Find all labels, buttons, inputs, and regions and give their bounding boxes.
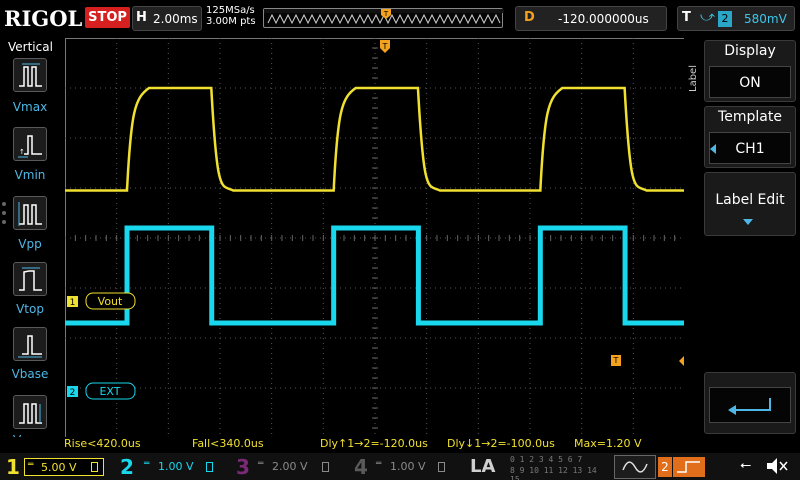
delay-box[interactable]: D -120.000000us bbox=[515, 6, 667, 31]
svg-text:↑: ↑ bbox=[19, 148, 25, 156]
vamp-button[interactable] bbox=[13, 395, 47, 429]
trigger-box[interactable]: T ⤻ 2 580mV bbox=[677, 6, 795, 31]
ch4-status[interactable]: 4 ═ 1.00 V bbox=[350, 455, 460, 479]
template-value: CH1 bbox=[709, 132, 791, 164]
ch1-status[interactable]: 1 ═ 5.00 V bbox=[0, 455, 110, 479]
vmin-label: Vmin bbox=[14, 168, 46, 182]
dc-coupling-icon: ═ bbox=[376, 459, 382, 469]
display-value: ON bbox=[709, 66, 791, 98]
dc-coupling-icon: ═ bbox=[144, 459, 150, 469]
timebase-value: 2.00ms bbox=[153, 12, 198, 26]
vtop-icon bbox=[19, 267, 42, 291]
ch2-status[interactable]: 2 ═ 1.00 V bbox=[118, 455, 228, 479]
bandwidth-icon bbox=[322, 462, 329, 472]
bandwidth-icon bbox=[206, 462, 213, 472]
return-arrow-icon bbox=[728, 398, 771, 415]
sound-status[interactable] bbox=[764, 455, 794, 479]
la-channels-top: 0 1 2 3 4 5 6 7 bbox=[510, 455, 583, 464]
dc-coupling-icon: ═ bbox=[28, 460, 34, 470]
svg-text:2: 2 bbox=[70, 388, 76, 398]
label-edit-title: Label Edit bbox=[715, 192, 785, 208]
math-wave-icon bbox=[622, 461, 648, 473]
horizontal-position-bar[interactable]: T bbox=[263, 8, 504, 28]
svg-text:T: T bbox=[383, 10, 389, 18]
template-title: Template bbox=[718, 109, 782, 125]
fall-measurement: Fall<340.0us bbox=[192, 437, 264, 450]
menu-tab-label: Label bbox=[688, 65, 699, 92]
vamp-icon bbox=[19, 403, 42, 424]
ch1-scale: 5.00 V bbox=[41, 461, 77, 474]
trigger-source: 2 bbox=[718, 11, 732, 27]
run-stop-status[interactable]: STOP bbox=[85, 7, 130, 28]
logic-analyzer-status[interactable]: LA 0 1 2 3 4 5 6 7 8 9 10 11 12 13 14 15 bbox=[464, 455, 610, 480]
ch1-label-tag[interactable]: 1 Vout bbox=[67, 292, 136, 310]
ch2-label-tag[interactable]: 2 EXT bbox=[67, 382, 136, 400]
ch3-scale: 2.00 V bbox=[272, 460, 308, 473]
speaker-mute-icon bbox=[767, 458, 788, 474]
bandwidth-icon bbox=[438, 462, 445, 472]
vpp-label: Vpp bbox=[18, 237, 42, 251]
trigger-level-tag: T bbox=[611, 355, 621, 366]
delay-fall-measurement: Dly↓1→2=-100.0us bbox=[447, 437, 555, 450]
label-edit-menu-item[interactable]: Label Edit bbox=[704, 172, 796, 236]
delay-key: D bbox=[524, 10, 535, 25]
trigger-level: 580mV bbox=[744, 12, 787, 26]
vmax-icon bbox=[19, 63, 42, 87]
return-menu-item[interactable] bbox=[704, 372, 796, 434]
vbase-label: Vbase bbox=[11, 367, 49, 381]
template-menu-item[interactable]: Template CH1 bbox=[704, 106, 796, 168]
vmin-icon: ↑ bbox=[18, 135, 42, 158]
memory-overview-wave: T bbox=[264, 9, 504, 25]
max-measurement: Max=1.20 V bbox=[574, 437, 642, 450]
ch2-label-text: EXT bbox=[99, 385, 120, 398]
ref-number: 2 bbox=[658, 457, 672, 477]
vpp-icon bbox=[18, 202, 42, 226]
la-channels-bottom: 8 9 10 11 12 13 14 15 bbox=[510, 466, 597, 480]
measurement-results: Rise<420.0us Fall<340.0us Dly↑1→2=-120.0… bbox=[0, 437, 684, 453]
sample-rate: 125MSa/s bbox=[206, 5, 255, 16]
trigger-key: T bbox=[682, 10, 691, 25]
vpp-button[interactable] bbox=[13, 196, 47, 230]
vbase-button[interactable] bbox=[13, 327, 47, 361]
ref-wave-icon bbox=[673, 457, 705, 477]
waveform-display[interactable]: T 1 Vout 2 EXT bbox=[65, 38, 685, 438]
ch3-status[interactable]: 3 ═ 2.00 V bbox=[232, 455, 344, 479]
display-menu-item[interactable]: Display ON bbox=[704, 40, 796, 102]
vtop-label: Vtop bbox=[16, 302, 44, 316]
brand-logo: RIGOL bbox=[4, 6, 83, 31]
usb-icon: ⭠ bbox=[740, 457, 752, 473]
la-label: LA bbox=[470, 456, 496, 477]
rising-edge-icon: ⤻ bbox=[700, 9, 715, 25]
vmin-button[interactable]: ↑ bbox=[13, 127, 47, 161]
ch2-scale: 1.00 V bbox=[158, 460, 194, 473]
vmax-label: Vmax bbox=[12, 100, 48, 114]
menu-page-dots bbox=[2, 202, 6, 229]
acquisition-info: 125MSa/s 3.00M pts bbox=[206, 5, 256, 27]
return-button[interactable] bbox=[709, 387, 791, 423]
horizontal-key: H bbox=[136, 10, 147, 25]
bandwidth-icon bbox=[91, 462, 98, 472]
template-left-arrow-icon bbox=[710, 144, 716, 154]
ch1-label-text: Vout bbox=[98, 295, 123, 308]
dc-coupling-icon: ═ bbox=[258, 459, 264, 469]
math-button[interactable] bbox=[614, 455, 656, 479]
rise-measurement: Rise<420.0us bbox=[64, 437, 141, 450]
vmax-button[interactable] bbox=[13, 58, 47, 92]
horizontal-timebase-box[interactable]: H 2.00ms bbox=[132, 6, 202, 31]
display-title: Display bbox=[724, 43, 776, 59]
svg-text:T: T bbox=[382, 42, 388, 51]
ref-button[interactable]: 2 bbox=[658, 455, 708, 479]
vbase-icon bbox=[18, 335, 42, 358]
trigger-time-marker: T bbox=[380, 40, 390, 53]
ch4-scale: 1.00 V bbox=[390, 460, 426, 473]
memory-depth: 3.00M pts bbox=[206, 16, 256, 27]
vtop-button[interactable] bbox=[13, 262, 47, 296]
delay-rise-measurement: Dly↑1→2=-120.0us bbox=[320, 437, 428, 450]
graticule bbox=[65, 38, 685, 438]
usb-status: ⭠ bbox=[738, 455, 762, 479]
label-edit-down-arrow-icon bbox=[743, 219, 753, 225]
measure-category-title: Vertical bbox=[8, 40, 53, 54]
svg-text:1: 1 bbox=[70, 298, 76, 308]
delay-value: -120.000000us bbox=[558, 12, 649, 26]
